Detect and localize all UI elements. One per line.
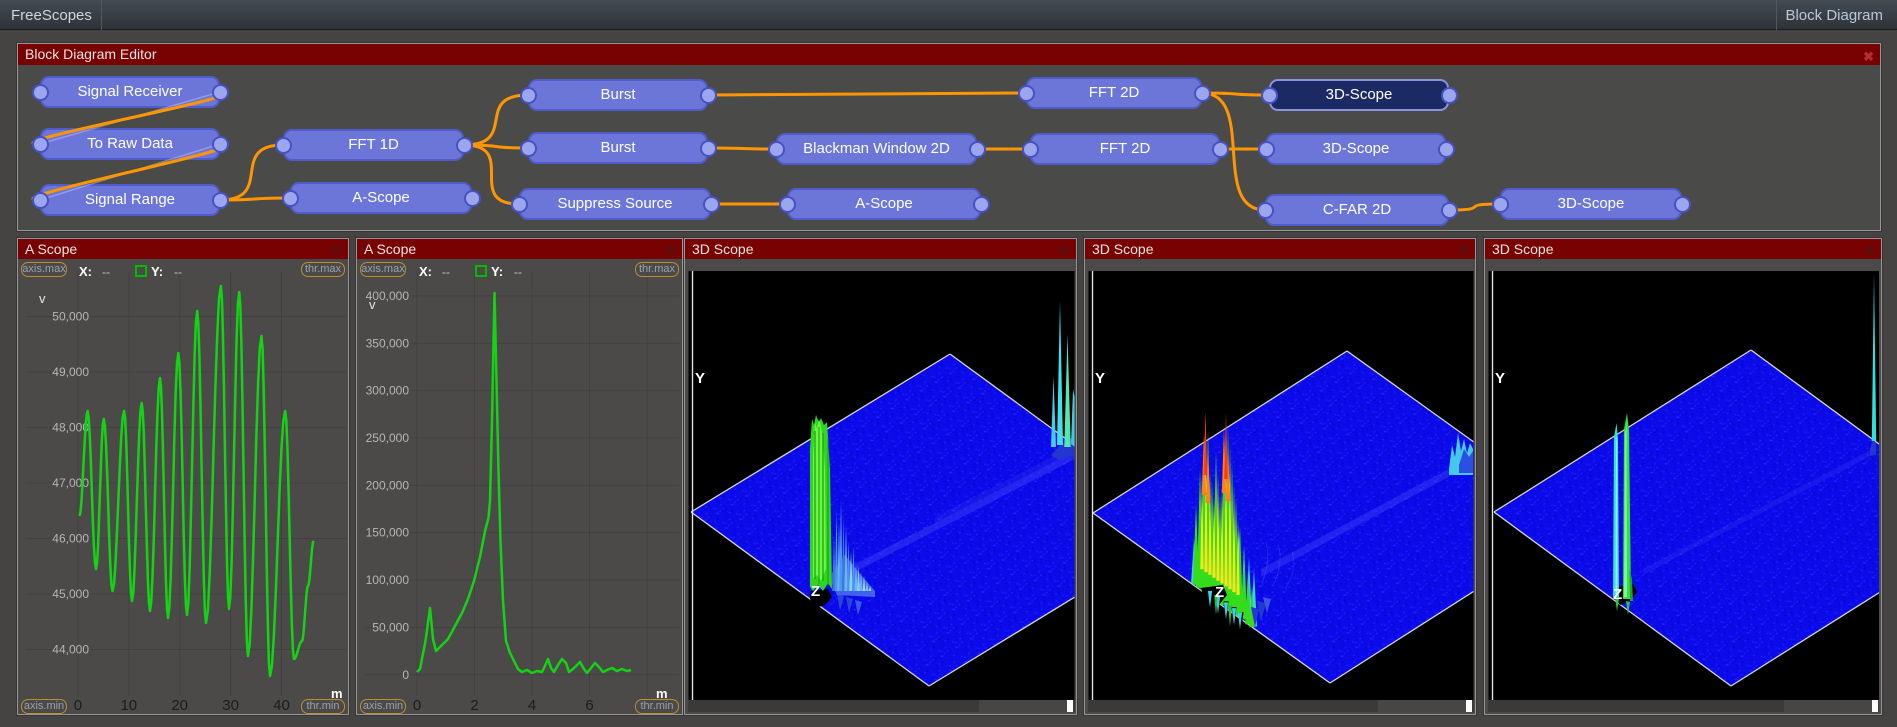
svg-text:49,000: 49,000 <box>52 365 89 379</box>
svg-text:0: 0 <box>74 697 82 714</box>
svg-text:0: 0 <box>413 697 421 714</box>
svg-text:10: 10 <box>120 697 137 714</box>
svg-text:v: v <box>39 291 46 306</box>
svg-text:100,000: 100,000 <box>366 573 410 587</box>
svg-text:48,000: 48,000 <box>52 421 89 435</box>
svg-text:300,000: 300,000 <box>366 384 410 398</box>
svg-text:350,000: 350,000 <box>366 336 410 350</box>
svg-text:6: 6 <box>585 697 593 714</box>
svg-text:20: 20 <box>171 697 188 714</box>
svg-text:200,000: 200,000 <box>366 478 410 492</box>
svg-text:150,000: 150,000 <box>366 526 410 540</box>
svg-text:0: 0 <box>402 668 409 682</box>
svg-text:44,000: 44,000 <box>52 643 89 657</box>
svg-text:2: 2 <box>470 697 478 714</box>
svg-text:40: 40 <box>273 697 290 714</box>
svg-text:45,000: 45,000 <box>52 587 89 601</box>
svg-text:50,000: 50,000 <box>52 310 89 324</box>
svg-text:50,000: 50,000 <box>372 620 409 634</box>
svg-text:4: 4 <box>528 697 536 714</box>
svg-text:v: v <box>369 297 376 312</box>
svg-text:250,000: 250,000 <box>366 431 410 445</box>
svg-text:46,000: 46,000 <box>52 532 89 546</box>
svg-text:30: 30 <box>222 697 239 714</box>
